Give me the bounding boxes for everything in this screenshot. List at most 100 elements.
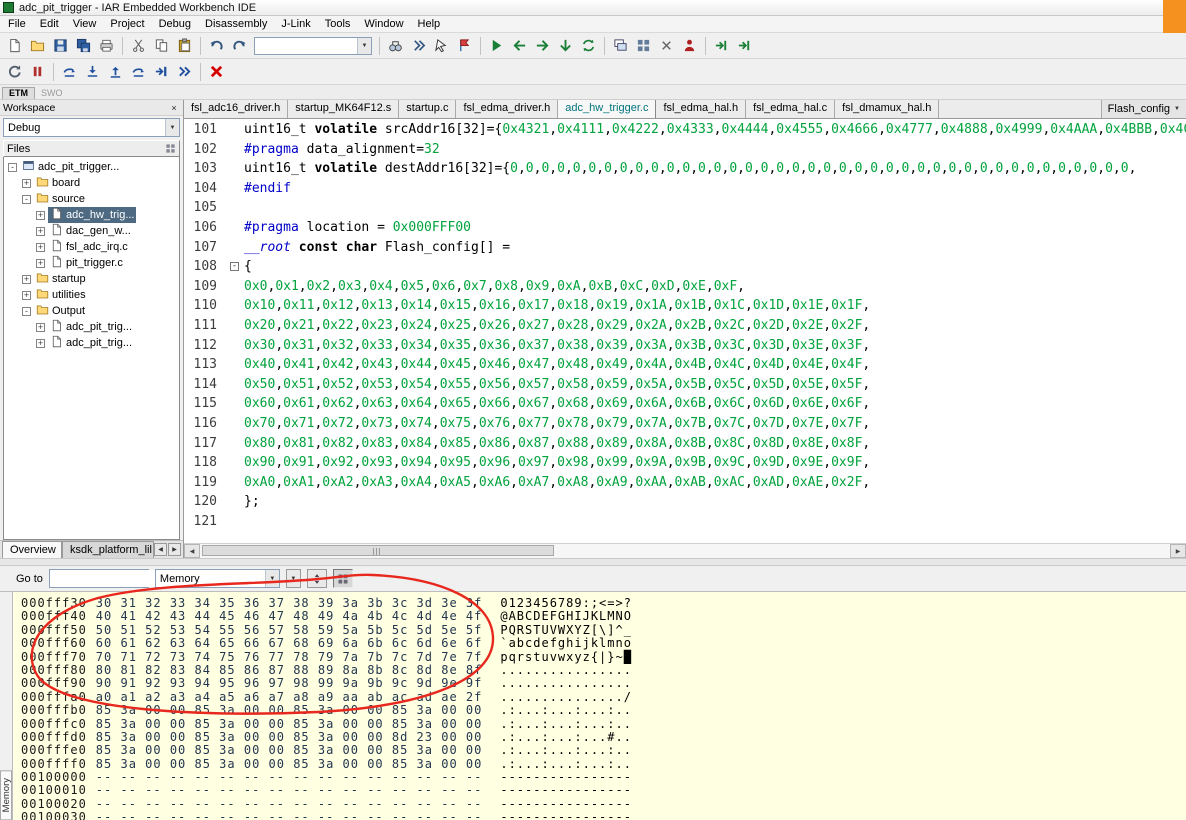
expand-icon[interactable]: +	[36, 210, 45, 220]
expand-icon[interactable]: +	[36, 322, 45, 332]
editor-tab-fsl-edma-hal-c[interactable]: fsl_edma_hal.c	[746, 100, 836, 118]
expand-icon[interactable]: +	[36, 226, 45, 236]
detach-icon[interactable]	[733, 35, 756, 56]
undo-icon[interactable]	[205, 35, 228, 56]
expand-icon[interactable]: +	[22, 274, 31, 284]
tree-item-output[interactable]: - Output	[4, 303, 179, 319]
memory-window-tab[interactable]: Memory	[0, 769, 12, 820]
memory-refresh-button[interactable]	[306, 569, 327, 588]
editor-tab-adc-hw-trigger-c[interactable]: adc_hw_trigger.c	[558, 100, 657, 118]
collapse-icon[interactable]: -	[8, 162, 17, 172]
stop-debugging-icon[interactable]	[205, 61, 228, 82]
expand-icon[interactable]: +	[36, 258, 45, 268]
debug-without-downloading-icon[interactable]	[678, 35, 701, 56]
editor-tab-fsl-adc16-driver-h[interactable]: fsl_adc16_driver.h	[184, 100, 289, 118]
editor-tab-startup-c[interactable]: startup.c	[399, 100, 457, 118]
step-over-icon[interactable]	[58, 61, 81, 82]
fold-collapse-icon[interactable]: -	[230, 262, 239, 272]
find-icon[interactable]	[384, 35, 407, 56]
collapse-icon[interactable]: -	[22, 306, 31, 316]
scrollbar-thumb[interactable]	[202, 545, 554, 556]
tree-item-utilities[interactable]: + utilities	[4, 287, 179, 303]
scroll-right-icon[interactable]: ▶	[1170, 544, 1186, 558]
bookmark-icon[interactable]	[453, 35, 476, 56]
new-document-icon[interactable]	[3, 35, 26, 56]
tree-item-pit-trigger-c[interactable]: + pit_trigger.c	[4, 255, 179, 271]
go-back-icon[interactable]	[508, 35, 531, 56]
copy-icon[interactable]	[150, 35, 173, 56]
mode-tab-swo[interactable]: SWO	[35, 88, 69, 99]
mode-tab-etm[interactable]: ETM	[2, 87, 35, 99]
scrollbar-track[interactable]	[200, 544, 1170, 558]
menu-tools[interactable]: Tools	[318, 17, 358, 32]
expand-icon[interactable]: +	[36, 338, 45, 348]
memory-columns-button[interactable]	[332, 569, 353, 588]
menu-debug[interactable]: Debug	[152, 17, 198, 32]
tree-item-board[interactable]: + board	[4, 175, 179, 191]
menu-j-link[interactable]: J-Link	[274, 17, 317, 32]
workspace-tree[interactable]: - adc_pit_trigger... + board - source + adc_hw_…	[3, 157, 180, 540]
make-icon[interactable]	[485, 35, 508, 56]
next-statement-icon[interactable]	[127, 61, 150, 82]
cascade-windows-icon[interactable]	[609, 35, 632, 56]
menu-file[interactable]: File	[1, 17, 33, 32]
horizontal-splitter[interactable]	[0, 558, 1186, 566]
scroll-left-icon[interactable]: ◀	[184, 544, 200, 558]
print-icon[interactable]	[95, 35, 118, 56]
workspace-tab-overview[interactable]: Overview	[2, 541, 62, 558]
tree-item-adc-pit-trigger[interactable]: - adc_pit_trigger...	[4, 159, 179, 175]
go-icon[interactable]	[173, 61, 196, 82]
menu-window[interactable]: Window	[357, 17, 410, 32]
editor-tab-startup-mk64f12-s[interactable]: startup_MK64F12.s	[288, 100, 400, 118]
workspace-close-icon[interactable]: ×	[168, 102, 180, 113]
editor-tab-fsl-edma-hal-h[interactable]: fsl_edma_hal.h	[656, 100, 747, 118]
chevron-down-icon[interactable]: ▼	[264, 570, 279, 587]
reset-icon[interactable]	[3, 61, 26, 82]
refresh-icon[interactable]	[577, 35, 600, 56]
tree-item-adc-pit-trig[interactable]: + adc_pit_trig...	[4, 335, 179, 351]
tree-item-fsl-adc-irq-c[interactable]: + fsl_adc_irq.c	[4, 239, 179, 255]
tree-item-dac-gen-w[interactable]: + dac_gen_w...	[4, 223, 179, 239]
chevron-down-icon[interactable]: ▼	[165, 119, 179, 136]
memory-view-select[interactable]: Memory ▼	[154, 569, 280, 588]
workspace-tab-ksdk-platform-lil[interactable]: ksdk_platform_lil	[62, 541, 154, 558]
go-forward-icon[interactable]	[531, 35, 554, 56]
expand-icon[interactable]: +	[22, 290, 31, 300]
cut-icon[interactable]	[127, 35, 150, 56]
save-all-icon[interactable]	[72, 35, 95, 56]
editor-tab-fsl-edma-driver-h[interactable]: fsl_edma_driver.h	[456, 100, 559, 118]
columns-icon[interactable]	[165, 143, 176, 154]
break-icon[interactable]	[26, 61, 49, 82]
tree-item-adc-pit-trig[interactable]: + adc_pit_trig...	[4, 319, 179, 335]
close-window-icon[interactable]	[655, 35, 678, 56]
open-file-icon[interactable]	[26, 35, 49, 56]
menu-project[interactable]: Project	[103, 17, 151, 32]
tree-item-source[interactable]: - source	[4, 191, 179, 207]
tab-scroll-left-icon[interactable]: ◀	[154, 543, 167, 556]
navigate-icon[interactable]	[430, 35, 453, 56]
step-into-icon[interactable]	[81, 61, 104, 82]
tree-item-adc-hw-trig[interactable]: + adc_hw_trig...	[4, 207, 179, 223]
collapse-icon[interactable]: -	[22, 194, 31, 204]
find-combobox[interactable]: ▼	[254, 36, 372, 55]
chevron-down-icon[interactable]: ▼	[357, 37, 371, 54]
expand-icon[interactable]: +	[36, 242, 45, 252]
save-icon[interactable]	[49, 35, 72, 56]
redo-icon[interactable]	[228, 35, 251, 56]
memory-context-menu-button[interactable]: ▼	[285, 569, 301, 588]
tree-item-startup[interactable]: + startup	[4, 271, 179, 287]
tile-windows-icon[interactable]	[632, 35, 655, 56]
attach-icon[interactable]	[710, 35, 733, 56]
menu-help[interactable]: Help	[411, 17, 448, 32]
context-tab[interactable]: Flash_config ▼	[1100, 100, 1186, 118]
menu-disassembly[interactable]: Disassembly	[198, 17, 274, 32]
download-debug-icon[interactable]	[554, 35, 577, 56]
configuration-select[interactable]: Debug ▼	[3, 118, 180, 137]
expand-icon[interactable]: +	[22, 178, 31, 188]
tab-scroll-right-icon[interactable]: ▶	[168, 543, 181, 556]
memory-content[interactable]: 000fff30 30 31 32 33 34 35 36 37 38 39 3a…	[13, 592, 1186, 820]
paste-icon[interactable]	[173, 35, 196, 56]
menu-view[interactable]: View	[66, 17, 104, 32]
step-out-icon[interactable]	[104, 61, 127, 82]
run-to-cursor-icon[interactable]	[150, 61, 173, 82]
